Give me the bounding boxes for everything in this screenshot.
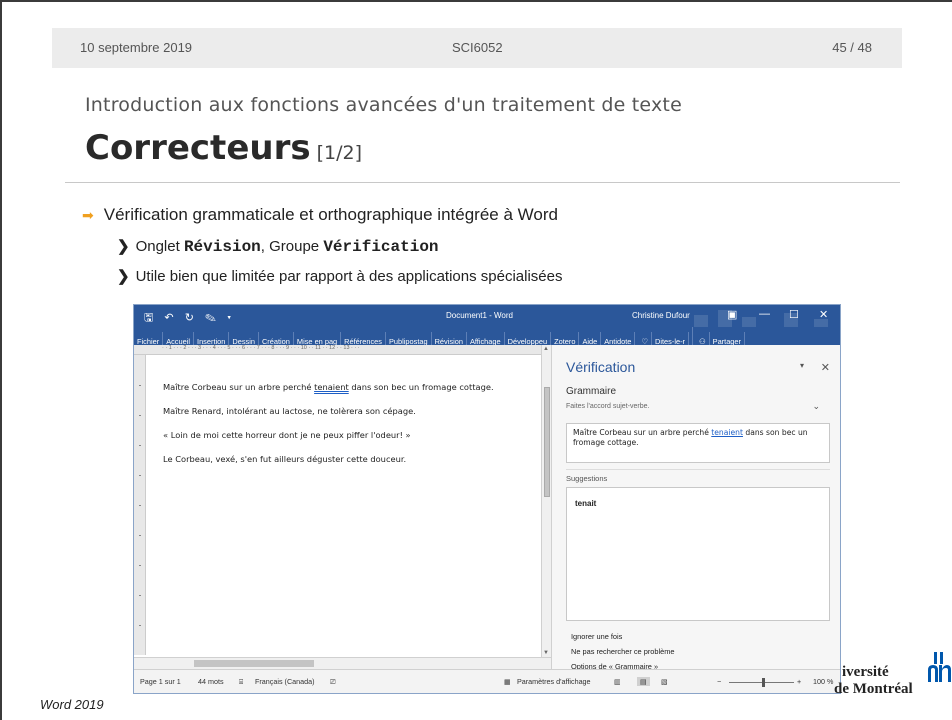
vertical-scrollbar[interactable]: ▲ ▼: [541, 345, 551, 657]
arrow-icon: ➡: [82, 207, 94, 223]
pane-divider: [566, 469, 830, 470]
header-course: SCI6052: [452, 40, 503, 55]
status-page[interactable]: Page 1 sur 1: [140, 677, 181, 686]
chevron-right-icon: ❯: [117, 268, 130, 285]
title-main: Correcteurs: [85, 128, 311, 168]
status-language[interactable]: Français (Canada): [255, 677, 315, 686]
pane-title: Vérification: [566, 359, 636, 375]
doc-line-2: Maître Renard, intolérant au lactose, ne…: [163, 406, 416, 416]
read-mode-icon[interactable]: ▥: [614, 677, 621, 686]
context-box: Maître Corbeau sur un arbre perché tenai…: [566, 423, 830, 463]
udem-emblem-icon: [928, 652, 951, 682]
doc-line-1-pre: Maître Corbeau sur un arbre perché: [163, 382, 315, 392]
bullet-utile-text: Utile bien que limitée par rapport à des…: [135, 268, 563, 285]
horizontal-ruler[interactable]: · · 1 · · · 2 · · · 3 · · · 4 · · · 5 · …: [134, 345, 549, 355]
bullet-level1: ➡ Vérification grammaticale et orthograph…: [82, 205, 558, 225]
doc-line-1-post: dans son bec un fromage cottage.: [348, 382, 494, 392]
logo-line-2: de Montréal: [834, 681, 913, 697]
bullet-groupe-prefix: , Groupe: [260, 238, 324, 255]
bullet-utile: ❯ Utile bien que limitée par rapport à de…: [117, 267, 563, 285]
vertical-ruler[interactable]: [134, 355, 146, 655]
pane-options-icon[interactable]: ▾: [800, 361, 804, 370]
pane-close-icon[interactable]: ✕: [821, 361, 830, 374]
doc-line-3: « Loin de moi cette horreur dont je ne p…: [163, 430, 411, 440]
scroll-down-icon[interactable]: ▼: [543, 650, 549, 656]
ribbon-tabs: Fichier Accueil Insertion Dessin Création Mis…: [134, 327, 840, 350]
display-settings-icon: ▦: [504, 677, 511, 686]
proofing-icon[interactable]: ⌸: [239, 677, 243, 687]
context-pre: Maître Corbeau sur un arbre perché: [573, 428, 712, 437]
status-bar: Page 1 sur 1 44 mots ⌸ Français (Canada)…: [134, 669, 840, 693]
doc-line-4: Le Corbeau, vexé, s'en fut ailleurs dégu…: [163, 454, 407, 464]
tell-me-search[interactable]: ♡ Dites-le-r: [635, 327, 693, 350]
chevron-down-icon[interactable]: ⌄: [812, 401, 820, 412]
verification-pane: Vérification ▾ ✕ Grammaire Faites l'acco…: [551, 345, 840, 671]
logo-line-1: iversité: [842, 664, 889, 680]
doc-line-1: Maître Corbeau sur un arbre perché tenai…: [163, 382, 494, 392]
scroll-up-icon[interactable]: ▲: [543, 346, 549, 352]
suggestions-label: Suggestions: [566, 474, 608, 483]
title-divider: [65, 182, 900, 183]
chevron-right-icon: ❯: [117, 238, 130, 255]
ruler-tick: [139, 565, 141, 566]
zoom-level[interactable]: 100 %: [813, 677, 833, 686]
ruler-tick: [139, 505, 141, 506]
bullet-text: Vérification grammaticale et orthographi…: [103, 205, 558, 224]
pane-section-desc: Faites l'accord sujet-verbe.: [566, 403, 650, 410]
slide-subtitle: Introduction aux fonctions avancées d'un…: [85, 94, 682, 116]
slide-header: 10 septembre 2019 SCI6052 45 / 48: [52, 28, 902, 68]
do-not-check-link[interactable]: Ne pas rechercher ce problème: [571, 647, 675, 656]
quick-access-toolbar[interactable]: 🖫 ↶ ↻ ✎ ▾: [144, 309, 235, 328]
bullet-onglet-prefix: Onglet: [135, 238, 184, 255]
suggestion-item[interactable]: tenait: [575, 499, 596, 508]
share-button[interactable]: ⚇ Partager: [693, 327, 748, 350]
word-window: 🖫 ↶ ↻ ✎ ▾ Document1 - Word Christine Duf…: [133, 304, 841, 694]
ruler-tick: [139, 535, 141, 536]
bullet-onglet: ❯ Onglet Révision, Groupe Vérification: [117, 237, 439, 256]
ruler-tick: [139, 595, 141, 596]
document-title: Document1 - Word: [446, 311, 513, 320]
slide-caption: Word 2019: [40, 697, 104, 712]
web-layout-icon[interactable]: ▧: [661, 677, 668, 686]
status-words[interactable]: 44 mots: [198, 677, 224, 686]
slide-title: Correcteurs [1/2]: [85, 128, 362, 168]
document-body[interactable]: Maître Corbeau sur un arbre perché tenai…: [146, 355, 541, 655]
horizontal-scrollbar[interactable]: [134, 657, 551, 669]
zoom-in-icon[interactable]: +: [797, 677, 801, 686]
ruler-tick: [139, 625, 141, 626]
title-suffix: [1/2]: [316, 142, 362, 164]
scroll-thumb[interactable]: [544, 387, 550, 497]
status-display-settings[interactable]: Paramètres d'affichage: [517, 677, 591, 686]
ruler-tick: [139, 385, 141, 386]
word-titlebar: 🖫 ↶ ↻ ✎ ▾ Document1 - Word Christine Duf…: [134, 305, 840, 367]
zoom-out-icon[interactable]: −: [717, 677, 721, 686]
track-changes-icon[interactable]: ⎚: [330, 677, 336, 687]
ignore-once-link[interactable]: Ignorer une fois: [571, 632, 622, 641]
header-page-number: 45 / 48: [832, 40, 872, 55]
hscroll-thumb[interactable]: [194, 660, 314, 667]
pane-section-title: Grammaire: [566, 386, 617, 397]
header-date: 10 septembre 2019: [80, 40, 193, 55]
zoom-slider-knob[interactable]: [762, 678, 765, 687]
universite-de-montreal-logo: iversité de Montréal: [834, 652, 952, 700]
context-error: tenaient: [711, 428, 743, 437]
bullet-onglet-name: Révision: [183, 238, 261, 256]
ruler-tick: [139, 415, 141, 416]
print-layout-icon[interactable]: ▤: [637, 677, 650, 686]
suggestions-list: tenait: [566, 487, 830, 621]
ruler-tick: [139, 445, 141, 446]
ruler-tick: [139, 475, 141, 476]
bullet-groupe-name: Vérification: [323, 238, 439, 256]
grammar-error-word[interactable]: tenaient: [314, 382, 349, 392]
